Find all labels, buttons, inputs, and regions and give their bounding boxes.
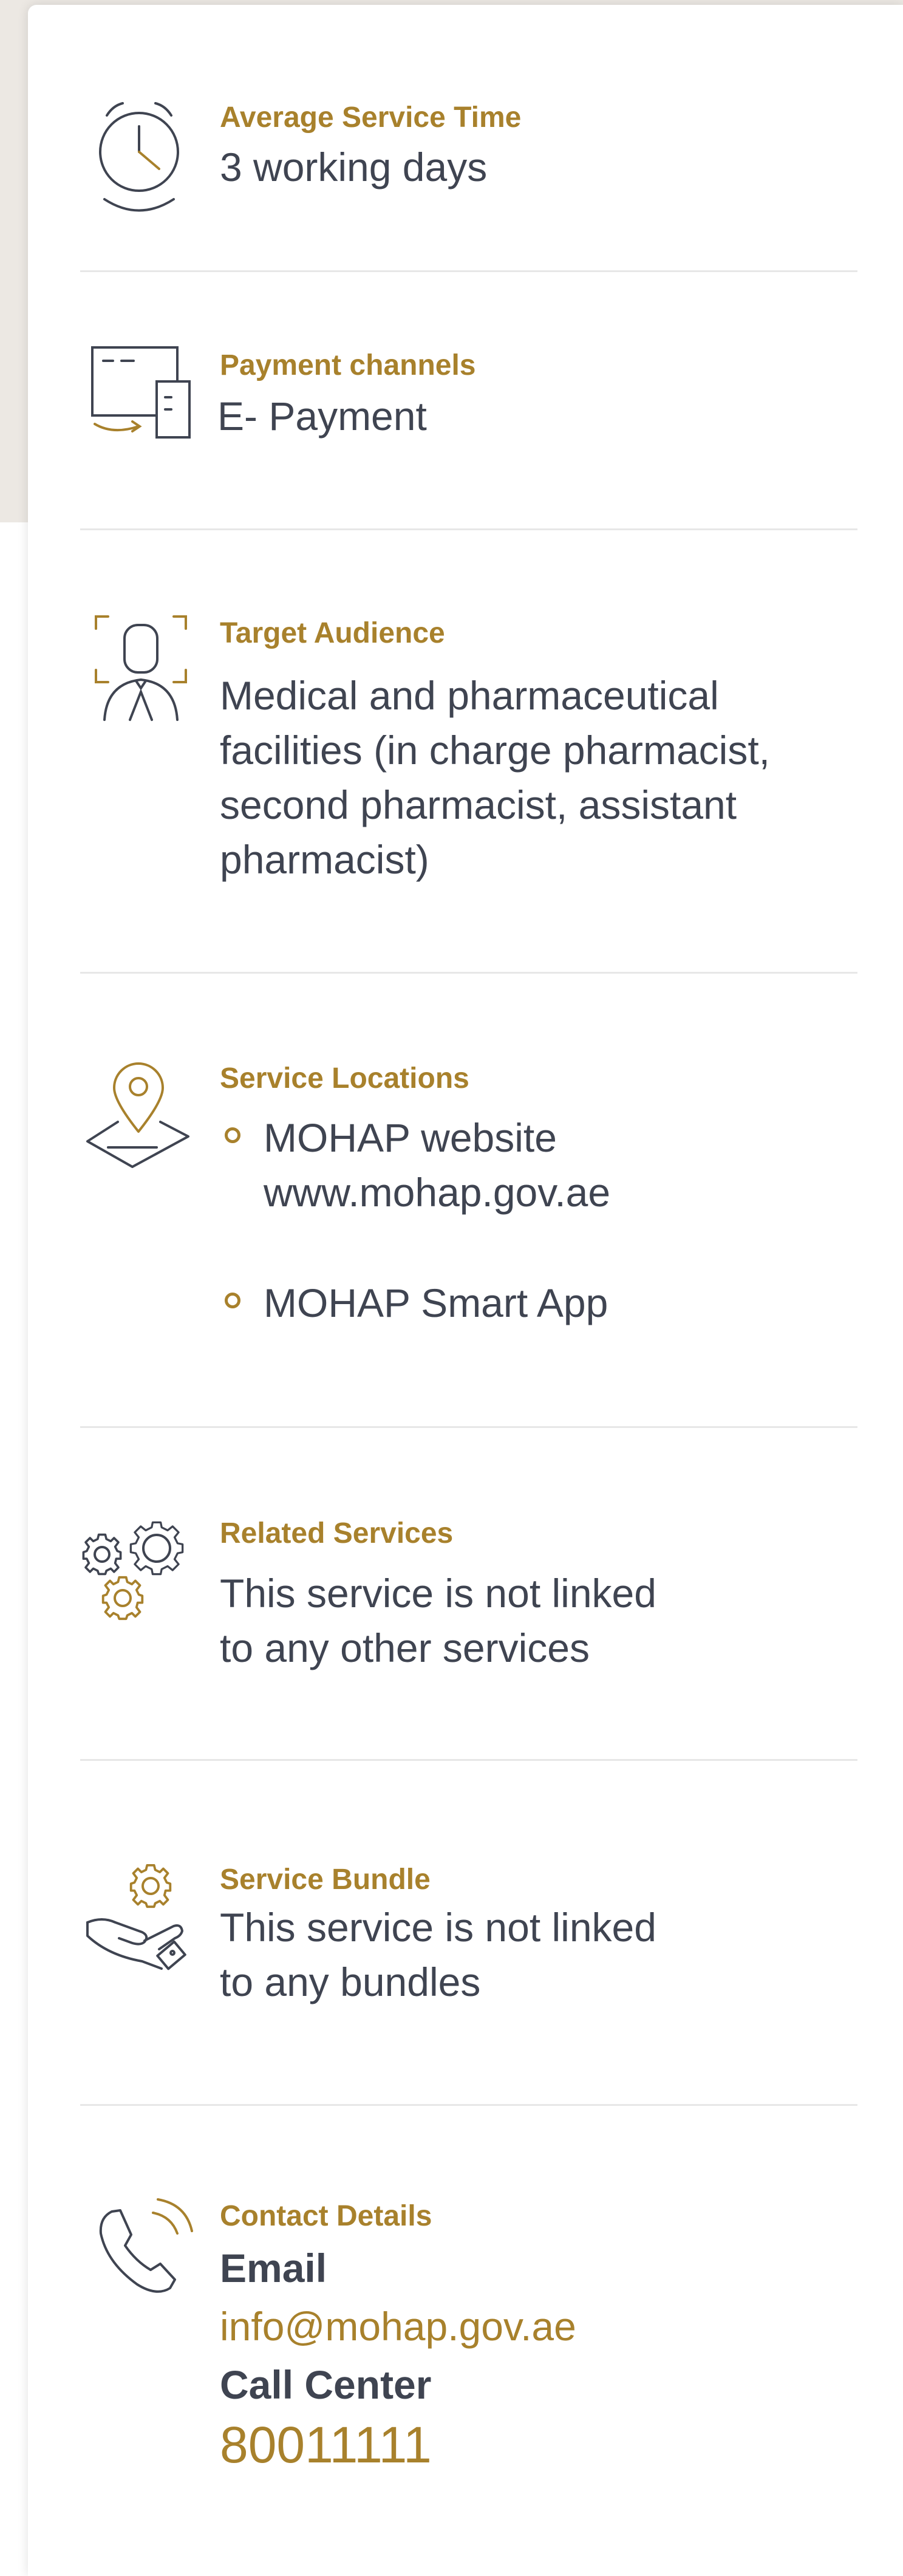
audience-line: facilities (in charge pharmacist, xyxy=(220,728,771,773)
audience-line: second pharmacist, assistant xyxy=(220,782,737,827)
payment-value: E- Payment xyxy=(217,394,427,439)
email-heading: Email xyxy=(220,2246,327,2291)
person-scan-icon xyxy=(92,613,189,722)
bundle-label: Service Bundle xyxy=(220,1864,431,1896)
audience-line: Medical and pharmaceutical xyxy=(220,673,719,718)
phone-icon xyxy=(94,2196,197,2299)
location-item-smart-app: MOHAP Smart App xyxy=(220,1276,827,1330)
payment-label: Payment channels xyxy=(220,349,476,381)
clock-icon xyxy=(94,97,185,213)
location-text: MOHAP website xyxy=(264,1115,557,1160)
audience-section: Target Audience Medical and pharmaceutic… xyxy=(28,530,903,977)
service-time-section: Average Service Time 3 working days xyxy=(28,5,903,272)
location-item-website: MOHAP website www.mohap.gov.ae xyxy=(220,1110,827,1220)
service-details-card: Average Service Time 3 working days Paym… xyxy=(28,5,903,2576)
service-time-value: 3 working days xyxy=(220,145,488,190)
hand-gear-icon xyxy=(84,1864,193,1973)
location-text: MOHAP Smart App xyxy=(264,1280,608,1325)
payment-terminal-icon xyxy=(89,344,192,441)
gears-icon xyxy=(80,1513,189,1628)
email-link[interactable]: info@mohap.gov.ae xyxy=(220,2299,576,2354)
bundle-section: Service Bundle This service is not linke… xyxy=(28,1761,903,2107)
related-section: Related Services This service is not lin… xyxy=(28,1428,903,1762)
website-link[interactable]: www.mohap.gov.ae xyxy=(264,1165,610,1220)
contact-label: Contact Details xyxy=(220,2200,432,2232)
bundle-line: to any bundles xyxy=(220,1959,481,2004)
service-time-label: Average Service Time xyxy=(220,101,522,134)
locations-label: Service Locations xyxy=(220,1062,469,1095)
contact-section: Contact Details Email info@mohap.gov.ae … xyxy=(28,2106,903,2576)
bullet-icon xyxy=(225,1127,240,1143)
audience-line: pharmacist) xyxy=(220,837,429,882)
bundle-line: This service is not linked xyxy=(220,1905,656,1950)
call-center-heading: Call Center xyxy=(220,2362,432,2407)
audience-label: Target Audience xyxy=(220,617,445,649)
related-line: to any other services xyxy=(220,1625,590,1670)
phone-link[interactable]: 80011111 xyxy=(220,2414,432,2475)
locations-section: Service Locations MOHAP website www.moha… xyxy=(28,974,903,1429)
payment-section: Payment channels E- Payment xyxy=(28,272,903,533)
related-line: This service is not linked xyxy=(220,1571,656,1616)
map-pin-icon xyxy=(84,1059,193,1174)
bullet-icon xyxy=(225,1293,240,1308)
related-label: Related Services xyxy=(220,1517,454,1549)
